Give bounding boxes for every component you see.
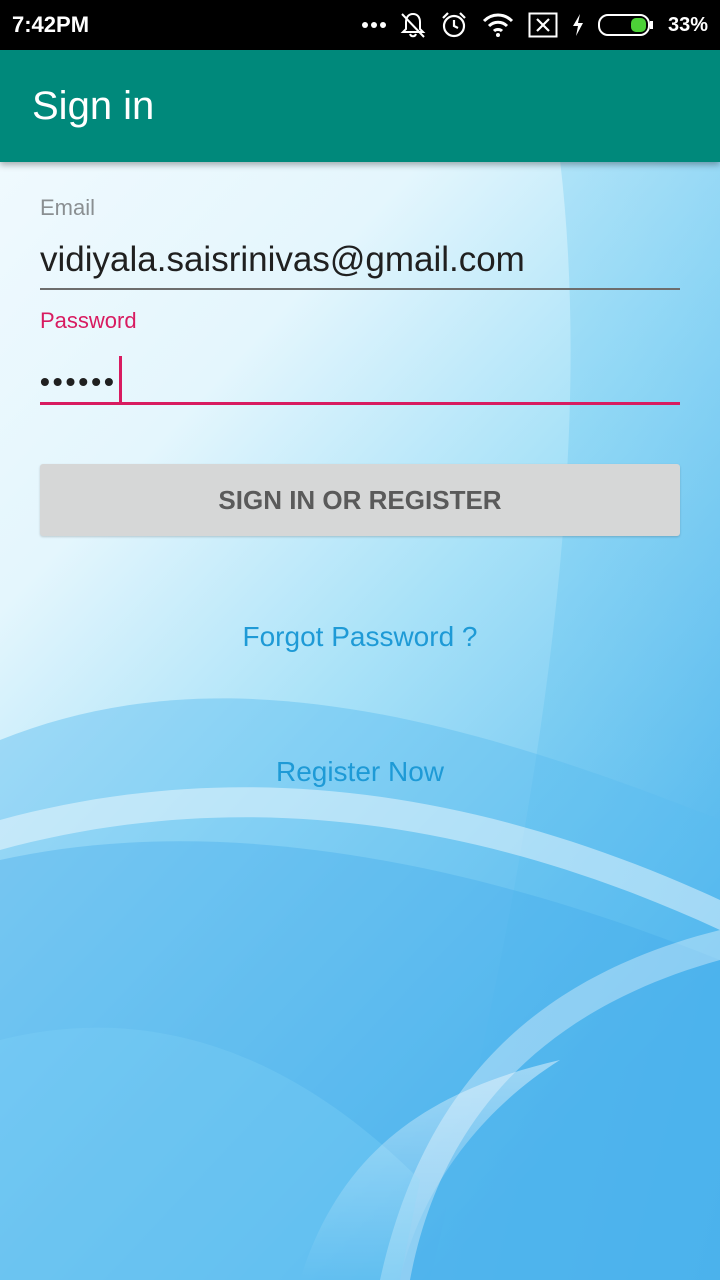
page-title: Sign in (32, 83, 155, 128)
charging-bolt-icon (572, 14, 584, 36)
wifi-icon (482, 13, 514, 37)
password-field[interactable]: •••••• (40, 356, 122, 406)
status-time: 7:42PM (12, 12, 90, 37)
alarm-icon (440, 11, 468, 39)
register-now-link[interactable]: Register Now (40, 756, 680, 788)
email-underline (40, 288, 680, 290)
password-dots: •••••• (40, 366, 117, 397)
text-cursor (118, 356, 122, 404)
forgot-password-link[interactable]: Forgot Password ? (40, 621, 680, 653)
sim-x-icon (528, 12, 558, 38)
password-underline (40, 402, 680, 405)
notifications-off-icon (400, 11, 426, 39)
more-dots-icon (361, 21, 386, 29)
status-icons: 33% (361, 11, 708, 39)
email-label: Email (40, 195, 96, 220)
battery-icon (597, 14, 654, 36)
email-field[interactable]: vidiyala.saisrinivas@gmail.com (40, 240, 525, 280)
password-label: Password (40, 308, 137, 333)
status-bar: 7:42PM 33% (0, 0, 720, 50)
app-bar: Sign in (0, 50, 720, 162)
signin-or-register-button[interactable]: SIGN IN OR REGISTER (40, 464, 680, 536)
battery-percent: 33% (667, 13, 708, 36)
